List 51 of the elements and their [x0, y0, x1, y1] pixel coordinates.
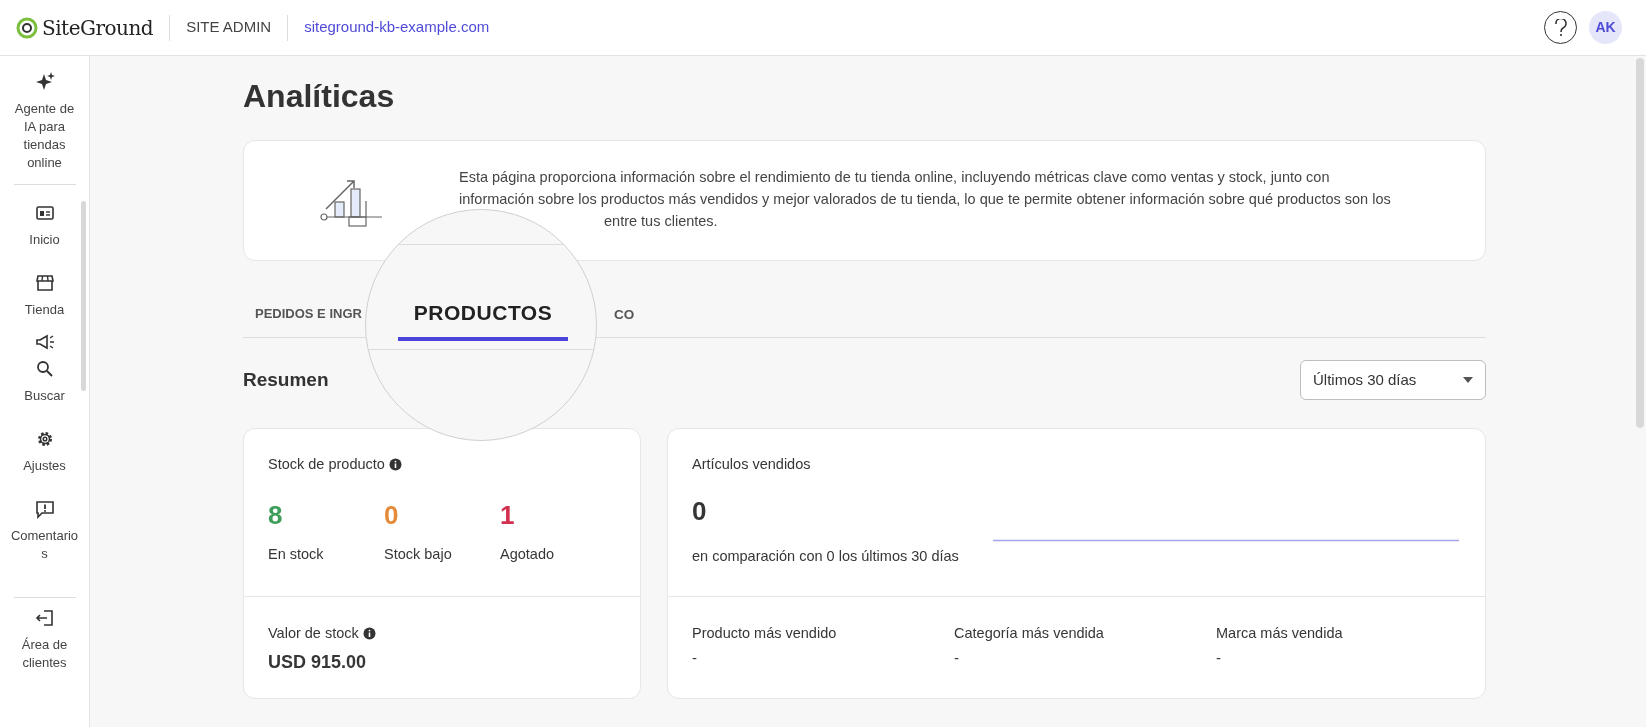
megaphone-icon[interactable] [34, 333, 55, 351]
sidebar-item[interactable]: Agente de IA para tiendas online [4, 72, 85, 172]
sold-count: 0 [692, 494, 708, 528]
tab[interactable]: PRODUCTOS [398, 289, 568, 341]
stock-value: USD 915.00 [268, 650, 368, 674]
caret-icon [1463, 377, 1473, 383]
top-label: Marca más vendida [1216, 624, 1343, 643]
description-text: información sobre los productos más vendidos y mejor valorados de tu tienda, lo que te permite obtener información sobre qué productos son los [459, 190, 1391, 209]
logo-text[interactable]: SiteGround [42, 12, 154, 43]
tab[interactable]: CO [613, 291, 635, 338]
sidebar-item[interactable]: Comentario s [4, 499, 85, 563]
description-text: entre tus clientes. [603, 212, 718, 231]
card-title: Valor de stock [268, 624, 359, 643]
metric-value: 1 [500, 498, 515, 532]
top-value: - [954, 647, 959, 668]
user-avatar[interactable]: AK [1589, 11, 1622, 44]
sidebar-item[interactable]: Tienda [4, 273, 85, 319]
card-title: Artículos vendidos [692, 455, 812, 474]
site-link[interactable]: siteground-kb-example.com [304, 16, 490, 39]
page-title: Analíticas [243, 77, 396, 116]
metric-value: 8 [268, 498, 283, 532]
help-icon [1553, 18, 1568, 37]
metric-label: Agotado [500, 544, 555, 564]
top-value: - [1216, 647, 1221, 668]
exit-icon [34, 608, 55, 628]
scrollbar[interactable] [81, 201, 86, 391]
info-icon[interactable] [388, 458, 402, 472]
card-title: Stock de producto [268, 455, 385, 474]
tab[interactable]: PEDIDOS E INGR [243, 295, 362, 333]
store-icon [34, 273, 55, 293]
comment-icon [34, 499, 55, 519]
metric-value: 0 [384, 498, 399, 532]
metric-label: Stock bajo [384, 544, 452, 564]
sidebar-item[interactable]: Ajustes [4, 429, 85, 475]
top-label: Producto más vendido [692, 624, 837, 643]
sidebar-item[interactable]: Área de clientes [4, 608, 85, 672]
top-value: - [692, 647, 697, 668]
section-label: SITE ADMIN [186, 17, 272, 38]
period-dropdown[interactable]: Últimos 30 días [1300, 360, 1486, 400]
home-icon [34, 203, 55, 223]
metric-label: En stock [268, 544, 324, 564]
top-label: Categoría más vendida [954, 624, 1104, 643]
scrollbar[interactable] [1636, 58, 1644, 428]
sidebar-item[interactable]: Inicio [4, 203, 85, 249]
sidebar-item[interactable]: Buscar [4, 359, 85, 405]
section-title: Resumen [243, 367, 329, 392]
description-text: Esta página proporciona información sobre el rendimiento de tu tienda online, incluyendo métricas clave como ventas y stock, junto con [459, 168, 1330, 187]
search-icon [34, 359, 55, 379]
info-icon[interactable] [362, 627, 376, 641]
comparison-text: en comparación con 0 los últimos 30 días [692, 546, 960, 566]
logo-icon [16, 16, 38, 39]
